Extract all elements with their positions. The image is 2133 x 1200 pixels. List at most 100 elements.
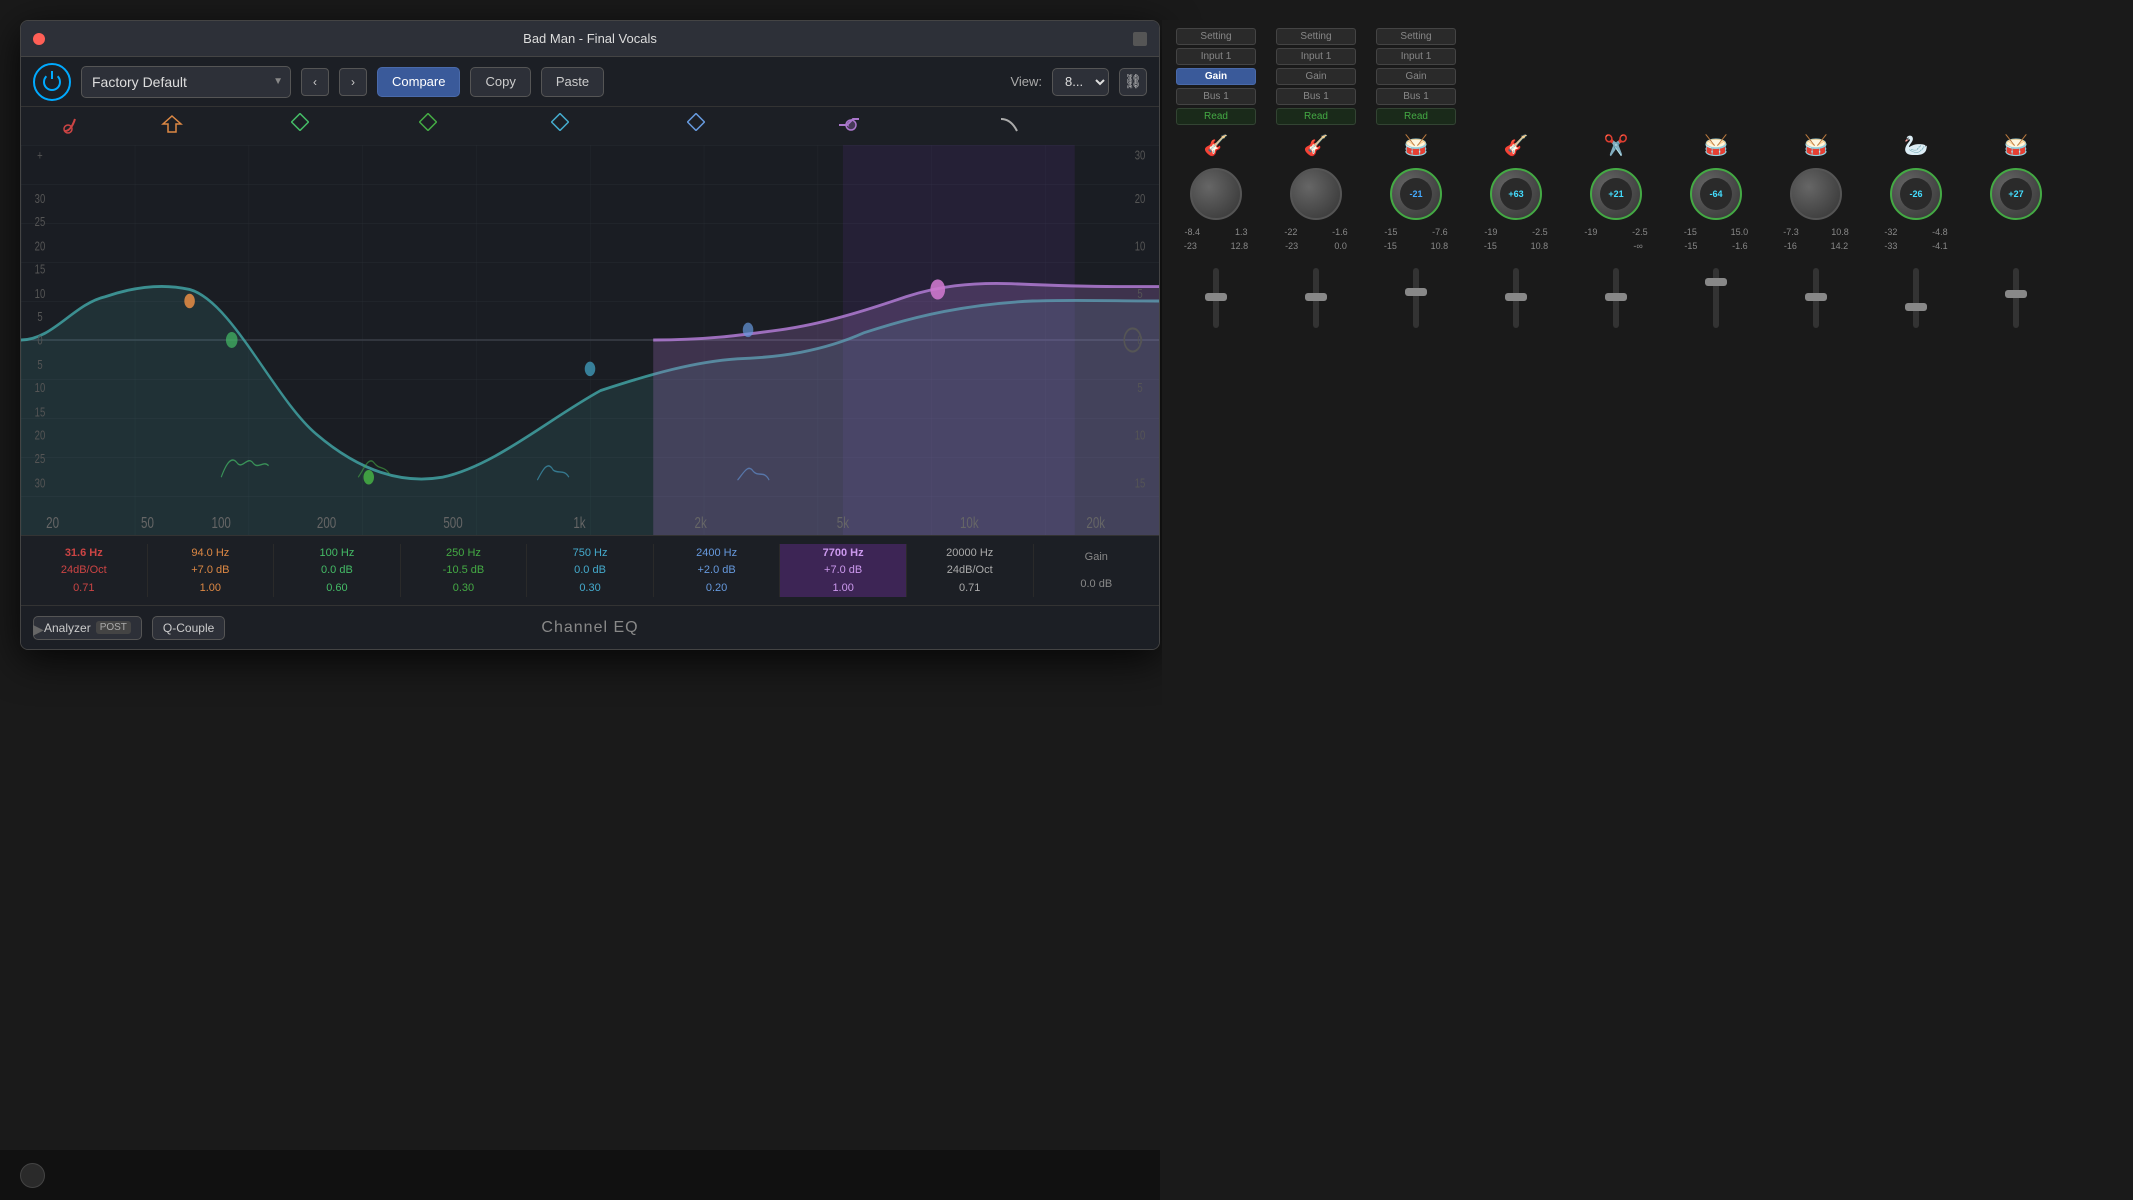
band2-handle[interactable]: [161, 113, 183, 140]
svg-text:15: 15: [35, 406, 46, 420]
svg-text:0: 0: [37, 334, 42, 348]
power-button[interactable]: [33, 63, 71, 101]
analyzer-button[interactable]: Analyzer POST: [33, 616, 142, 640]
band5-freq: 750 Hz: [573, 547, 608, 559]
ch3-instrument-icon: 🥁: [1367, 133, 1465, 158]
band-info-row: 31.6 Hz 24dB/Oct 0.71 94.0 Hz +7.0 dB 1.…: [21, 535, 1159, 605]
channel1-bus[interactable]: Bus 1: [1176, 88, 1256, 105]
ch4-fader[interactable]: [1467, 258, 1565, 338]
band3-handle[interactable]: [291, 113, 309, 136]
ch3-fader[interactable]: [1367, 258, 1465, 338]
eq-display[interactable]: 20 50 100 200 500 1k 2k 5k 10k 20k + 0 5…: [21, 145, 1159, 535]
band5-handle[interactable]: [551, 113, 569, 136]
channel3-setting[interactable]: Setting: [1376, 28, 1456, 45]
preset-dropdown[interactable]: Factory Default: [81, 66, 291, 98]
band7-q: 1.00: [832, 582, 853, 594]
ch6-knob-wrapper: -64: [1667, 168, 1765, 220]
ch2-fader-handle[interactable]: [1305, 293, 1327, 301]
ch6-fader-handle[interactable]: [1705, 278, 1727, 286]
svg-text:20k: 20k: [1086, 513, 1105, 531]
compare-button[interactable]: Compare: [377, 67, 460, 97]
ch2-db1: -22 -1.6: [1267, 227, 1365, 237]
ch2-knob[interactable]: [1290, 168, 1342, 220]
band1-handle[interactable]: [63, 115, 85, 142]
ch9-fader[interactable]: [1967, 258, 2065, 338]
channel2-read[interactable]: Read: [1276, 108, 1356, 125]
channel3-input[interactable]: Input 1: [1376, 48, 1456, 65]
band8-handle[interactable]: [999, 115, 1021, 142]
band7-freq: 7700 Hz: [823, 547, 864, 559]
ch3-knob[interactable]: -21: [1390, 168, 1442, 220]
svg-text:25: 25: [35, 216, 46, 230]
band8-gain: 24dB/Oct: [947, 564, 993, 576]
ch9-db2: [1967, 241, 2065, 251]
channel3-bus[interactable]: Bus 1: [1376, 88, 1456, 105]
channel1-read[interactable]: Read: [1176, 108, 1256, 125]
view-select[interactable]: 8...: [1052, 68, 1109, 96]
band8-q: 0.71: [959, 582, 980, 594]
qcouple-button[interactable]: Q-Couple: [152, 616, 225, 640]
svg-text:15: 15: [35, 263, 46, 277]
channel3-read[interactable]: Read: [1376, 108, 1456, 125]
ch1-fader-handle[interactable]: [1205, 293, 1227, 301]
channel3-gain[interactable]: Gain: [1376, 68, 1456, 85]
ch2-knob-wrapper: [1267, 168, 1365, 220]
ch8-fader-handle[interactable]: [1905, 303, 1927, 311]
ch1-db1: -8.4 1.3: [1167, 227, 1265, 237]
close-button[interactable]: [33, 33, 45, 45]
bottom-circle: [20, 1163, 45, 1188]
copy-button[interactable]: Copy: [470, 67, 530, 97]
svg-text:500: 500: [443, 513, 463, 531]
link-button[interactable]: ⛓: [1119, 68, 1147, 96]
band4-handle[interactable]: [419, 113, 437, 136]
svg-text:15: 15: [1135, 477, 1146, 491]
channel1-input[interactable]: Input 1: [1176, 48, 1256, 65]
channel1-setting[interactable]: Setting: [1176, 28, 1256, 45]
ch1-db2: -23 12.8: [1167, 241, 1265, 251]
svg-text:20: 20: [1135, 192, 1146, 206]
ch5-fader[interactable]: [1567, 258, 1665, 338]
plugin-name: Channel EQ: [541, 619, 638, 637]
ch7-knob[interactable]: [1790, 168, 1842, 220]
svg-text:5: 5: [37, 311, 42, 325]
ch5-db2: -∞: [1567, 241, 1665, 251]
ch6-fader[interactable]: [1667, 258, 1765, 338]
channel2-gain[interactable]: Gain: [1276, 68, 1356, 85]
channel1-gain[interactable]: Gain: [1176, 68, 1256, 85]
ch4-fader-handle[interactable]: [1505, 293, 1527, 301]
band6-handle[interactable]: [687, 113, 705, 136]
svg-text:1k: 1k: [573, 513, 585, 531]
svg-text:5: 5: [1137, 382, 1142, 396]
channel2-bus[interactable]: Bus 1: [1276, 88, 1356, 105]
band6-freq: 2400 Hz: [696, 547, 737, 559]
ch8-knob[interactable]: -26: [1890, 168, 1942, 220]
ch5-knob[interactable]: +21: [1590, 168, 1642, 220]
ch5-fader-handle[interactable]: [1605, 293, 1627, 301]
ch7-fader[interactable]: [1767, 258, 1865, 338]
channel2-input[interactable]: Input 1: [1276, 48, 1356, 65]
ch9-fader-handle[interactable]: [2005, 290, 2027, 298]
ch2-fader[interactable]: [1267, 258, 1365, 338]
channel2-setting[interactable]: Setting: [1276, 28, 1356, 45]
resize-control[interactable]: [1133, 32, 1147, 46]
play-button[interactable]: ▶: [33, 621, 44, 639]
band6-gain: +2.0 dB: [697, 564, 735, 576]
paste-button[interactable]: Paste: [541, 67, 604, 97]
nav-next-button[interactable]: ›: [339, 68, 367, 96]
ch9-db1: [1967, 227, 2065, 237]
ch7-fader-handle[interactable]: [1805, 293, 1827, 301]
ch1-knob[interactable]: [1190, 168, 1242, 220]
ch8-fader[interactable]: [1867, 258, 1965, 338]
ch9-knob[interactable]: +27: [1990, 168, 2042, 220]
ch8-knob-value: -26: [1900, 178, 1932, 210]
ch4-knob[interactable]: +63: [1490, 168, 1542, 220]
ch1-fader[interactable]: [1167, 258, 1265, 338]
nav-prev-button[interactable]: ‹: [301, 68, 329, 96]
ch6-knob[interactable]: -64: [1690, 168, 1742, 220]
ch8-db2: -33 -4.1: [1867, 241, 1965, 251]
big-knobs-row: -21 +63 +21 -64 -26: [1162, 163, 2133, 225]
svg-text:5k: 5k: [837, 513, 849, 531]
ch3-fader-handle[interactable]: [1405, 288, 1427, 296]
band7-handle[interactable]: ‹: [837, 111, 865, 144]
ch4-instrument-icon: 🎸: [1467, 133, 1565, 158]
